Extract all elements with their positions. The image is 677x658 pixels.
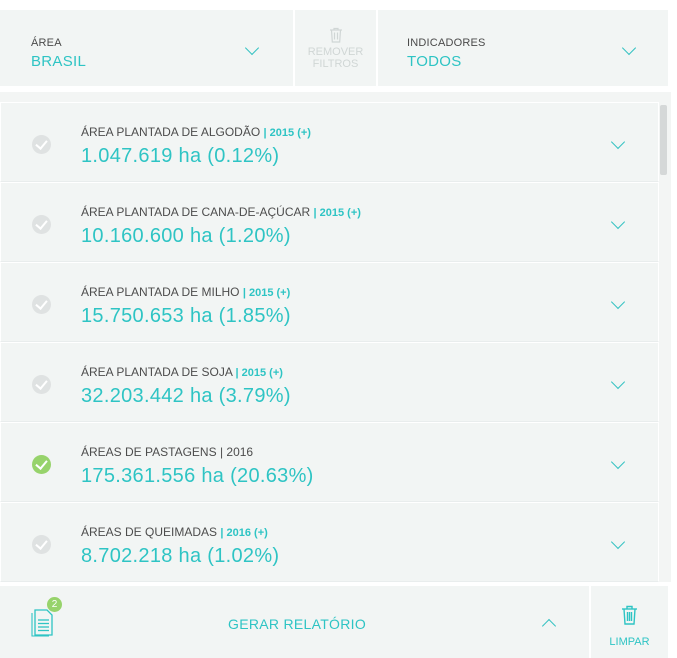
report-count-badge: 2 [47, 597, 62, 612]
indicator-title-text: ÁREA PLANTADA DE CANA-DE-AÇÚCAR [81, 205, 311, 219]
indicator-title: ÁREAS DE PASTAGENS | 2016 [81, 445, 253, 459]
chevron-down-icon[interactable] [610, 134, 626, 150]
indicator-title: ÁREA PLANTADA DE MILHO | 2015 (+) [81, 285, 290, 299]
remove-filters-label-line2: FILTROS [312, 58, 359, 70]
chevron-down-icon[interactable] [244, 40, 260, 56]
area-filter-label: ÁREA [31, 37, 62, 49]
indicator-row[interactable]: ÁREA PLANTADA DE SOJA | 2015 (+) 32.203.4… [0, 342, 659, 422]
indicator-row[interactable]: ÁREA PLANTADA DE CANA-DE-AÇÚCAR | 2015 (… [0, 182, 659, 262]
indicator-year-link[interactable]: | 2015 (+) [236, 367, 283, 379]
clear-button[interactable]: LIMPAR [591, 586, 668, 658]
indicators-filter-dropdown[interactable]: INDICADORES TODOS [378, 10, 668, 86]
indicators-filter-label: INDICADORES [407, 37, 486, 49]
filter-bar: ÁREA BRASIL REMOVER FILTROS INDICADORES … [0, 10, 668, 86]
checkmark-icon[interactable] [32, 535, 51, 554]
indicator-value: 8.702.218 ha (1.02%) [81, 545, 280, 567]
indicator-row[interactable]: ÁREAS DE PASTAGENS | 2016 175.361.556 ha … [0, 422, 659, 502]
indicator-title-text: ÁREAS DE PASTAGENS [81, 445, 217, 459]
indicator-row[interactable]: ÁREA PLANTADA DE ALGODÃO | 2015 (+) 1.047… [0, 102, 659, 182]
indicator-value: 175.361.556 ha (20.63%) [81, 465, 314, 487]
indicator-value: 15.750.653 ha (1.85%) [81, 305, 291, 327]
trash-icon [329, 27, 342, 43]
indicator-title-text: ÁREA PLANTADA DE MILHO [81, 285, 240, 299]
indicator-row[interactable]: ÁREA PLANTADA DE MILHO | 2015 (+) 15.750.… [0, 262, 659, 342]
indicator-list: ÁREA PLANTADA DE ALGODÃO | 2015 (+) 1.047… [0, 102, 659, 582]
generate-report-label: GERAR RELATÓRIO [228, 616, 367, 632]
clear-label: LIMPAR [609, 636, 650, 648]
trash-icon [622, 605, 637, 625]
chevron-down-icon[interactable] [610, 294, 626, 310]
remove-filters-label-line1: REMOVER [307, 46, 364, 58]
chevron-up-icon[interactable] [541, 618, 557, 634]
indicator-title: ÁREA PLANTADA DE ALGODÃO | 2015 (+) [81, 125, 311, 139]
chevron-down-icon[interactable] [610, 374, 626, 390]
indicator-title-text: ÁREA PLANTADA DE ALGODÃO [81, 125, 261, 139]
indicator-title-text: ÁREAS DE QUEIMADAS [81, 525, 218, 539]
indicator-year-link[interactable]: | 2016 (+) [220, 527, 267, 539]
checkmark-icon[interactable] [32, 295, 51, 314]
indicators-filter-value: TODOS [407, 53, 462, 70]
checkmark-icon[interactable] [32, 375, 51, 394]
indicator-year-link[interactable]: | 2015 (+) [243, 287, 290, 299]
chevron-down-icon[interactable] [610, 534, 626, 550]
checkmark-icon[interactable] [32, 215, 51, 234]
indicator-title: ÁREA PLANTADA DE SOJA | 2015 (+) [81, 365, 283, 379]
indicator-title-text: ÁREA PLANTADA DE SOJA [81, 365, 233, 379]
indicator-title: ÁREAS DE QUEIMADAS | 2016 (+) [81, 525, 268, 539]
area-filter-value: BRASIL [31, 53, 87, 70]
list-scrollbar[interactable] [660, 105, 667, 175]
checkmark-icon[interactable] [32, 135, 51, 154]
remove-filters-button[interactable]: REMOVER FILTROS [295, 10, 376, 86]
report-document-icon [31, 609, 53, 637]
area-filter-dropdown[interactable]: ÁREA BRASIL [0, 10, 293, 86]
indicator-year-link[interactable]: | 2015 (+) [314, 207, 361, 219]
generate-report-button[interactable]: 2 GERAR RELATÓRIO [0, 586, 589, 658]
indicator-year-link[interactable]: | 2015 (+) [264, 127, 311, 139]
indicator-value: 32.203.442 ha (3.79%) [81, 385, 291, 407]
chevron-down-icon[interactable] [621, 40, 637, 56]
chevron-down-icon[interactable] [610, 454, 626, 470]
indicator-year-link: | 2016 [219, 445, 254, 459]
indicator-title: ÁREA PLANTADA DE CANA-DE-AÇÚCAR | 2015 (… [81, 205, 361, 219]
checkmark-icon[interactable] [32, 455, 51, 474]
remove-filters-label: REMOVER FILTROS [308, 46, 364, 70]
indicator-list-panel: ÁREA PLANTADA DE ALGODÃO | 2015 (+) 1.047… [0, 92, 671, 582]
chevron-down-icon[interactable] [610, 214, 626, 230]
indicator-value: 10.160.600 ha (1.20%) [81, 225, 291, 247]
bottom-bar: 2 GERAR RELATÓRIO LIMPAR [0, 586, 668, 658]
indicator-row[interactable]: ÁREAS DE QUEIMADAS | 2016 (+) 8.702.218 h… [0, 502, 659, 582]
indicator-value: 1.047.619 ha (0.12%) [81, 145, 280, 167]
